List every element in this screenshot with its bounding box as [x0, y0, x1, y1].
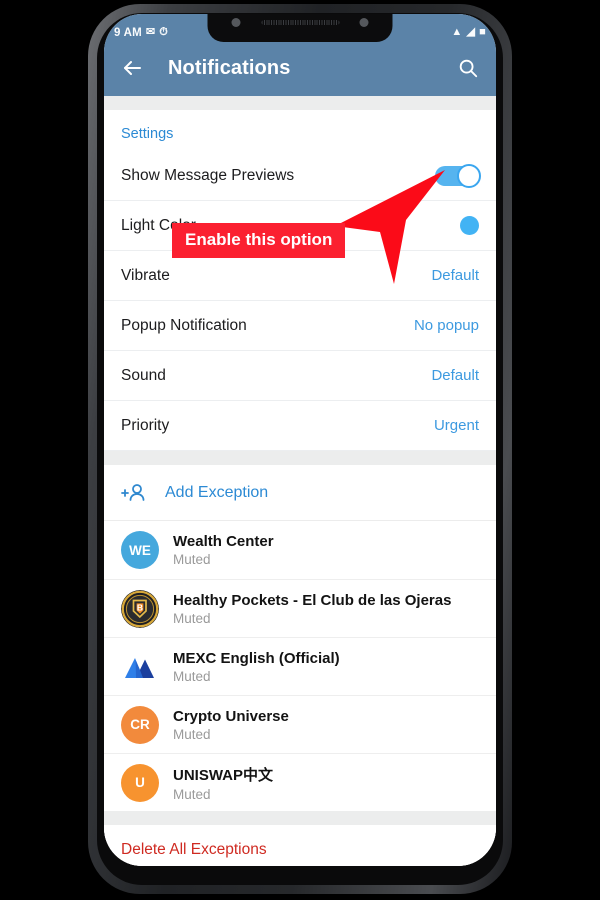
delete-all-exceptions-label: Delete All Exceptions [121, 841, 267, 858]
setting-value: Default [431, 367, 479, 384]
display-notch [207, 14, 393, 42]
avatar: CR [121, 705, 159, 744]
annotation-label: Enable this option [172, 223, 346, 258]
exception-status: Muted [173, 668, 211, 684]
exception-list-item[interactable]: B Healthy Pockets - El Club de las Ojera… [104, 579, 496, 637]
avatar-initials: WE [129, 542, 151, 558]
add-person-icon [121, 481, 151, 505]
exception-title: MEXC English (Official) [173, 649, 340, 667]
setting-label: Popup Notification [121, 316, 247, 334]
exception-text: MEXC English (Official) Muted [173, 650, 340, 684]
status-bar-left: 9 AM ✉ ⏱ [114, 27, 168, 39]
avatar: B [121, 589, 159, 628]
clock-icon: ⏱ [159, 27, 169, 38]
exception-text: Healthy Pockets - El Club de las Ojeras … [173, 592, 451, 626]
avatar-initials: U [135, 775, 145, 790]
section-divider [104, 451, 496, 465]
exception-status: Muted [173, 552, 211, 567]
back-button[interactable] [118, 54, 146, 82]
exception-status: Muted [173, 610, 211, 626]
page-title: Notifications [168, 56, 291, 79]
setting-label: Priority [121, 416, 170, 434]
exception-text: Wealth Center Muted [173, 533, 274, 567]
exception-title: Wealth Center [173, 533, 274, 550]
setting-row-popup-notification[interactable]: Popup Notification No popup [104, 301, 496, 351]
earpiece-speaker-icon [261, 20, 339, 25]
delete-all-exceptions-button[interactable]: Delete All Exceptions [104, 825, 496, 866]
sensor-icon [359, 18, 369, 27]
add-exception-label: Add Exception [165, 483, 269, 501]
battery-icon: ■ [479, 27, 486, 38]
exception-list-item[interactable]: CR Crypto Universe Muted [104, 695, 496, 753]
svg-text:B: B [137, 602, 143, 612]
search-icon [459, 59, 478, 78]
arrow-left-icon [124, 61, 141, 75]
section-divider-bottom [104, 811, 496, 825]
setting-value: Urgent [433, 417, 479, 434]
signal-icon: ▲ [451, 27, 463, 38]
exception-status: Muted [173, 786, 211, 802]
add-exception-button[interactable]: Add Exception [104, 465, 496, 521]
settings-section-title: Settings [104, 110, 496, 151]
front-camera-icon [231, 18, 241, 27]
setting-row-priority[interactable]: Priority Urgent [104, 401, 496, 451]
exception-title: Healthy Pockets - El Club de las Ojeras [173, 591, 452, 609]
avatar: WE [121, 531, 159, 569]
exception-list-item[interactable]: U UNISWAP中文 Muted [104, 753, 496, 811]
phone-screen: 9 AM ✉ ⏱ ▲ ◢ ■ Notifications Settings Sh… [104, 14, 496, 866]
top-spacer [104, 96, 496, 110]
exception-status: Muted [173, 726, 211, 742]
wifi-icon: ◢ [466, 27, 476, 38]
exception-title: Crypto Universe [173, 707, 289, 725]
status-bar: 9 AM ✉ ⏱ ▲ ◢ ■ [104, 14, 496, 42]
status-bar-right: ▲ ◢ ■ [451, 27, 486, 39]
mexc-peaks-logo-icon [125, 657, 154, 678]
search-button[interactable] [454, 54, 482, 82]
setting-row-sound[interactable]: Sound Default [104, 351, 496, 401]
exception-text: UNISWAP中文 Muted [173, 764, 273, 802]
avatar-initials: CR [130, 717, 150, 732]
toggle-thumb [457, 163, 481, 188]
screenshot-stage: 9 AM ✉ ⏱ ▲ ◢ ■ Notifications Settings Sh… [0, 0, 600, 900]
exception-list-item[interactable]: MEXC English (Official) Muted [104, 637, 496, 695]
avatar [121, 647, 159, 686]
avatar: U [121, 763, 159, 802]
app-bar: Notifications [104, 40, 496, 96]
bitcoin-shield-logo-icon: B [121, 589, 159, 628]
exception-list-item[interactable]: WE Wealth Center Muted [104, 521, 496, 579]
setting-label: Sound [121, 366, 166, 384]
exception-title: UNISWAP中文 [173, 766, 274, 784]
status-time: 9 AM [114, 27, 142, 39]
mail-icon: ✉ [145, 27, 156, 38]
setting-value: No popup [413, 317, 479, 334]
light-color-swatch[interactable] [460, 216, 479, 235]
exception-text: Crypto Universe Muted [173, 708, 289, 742]
